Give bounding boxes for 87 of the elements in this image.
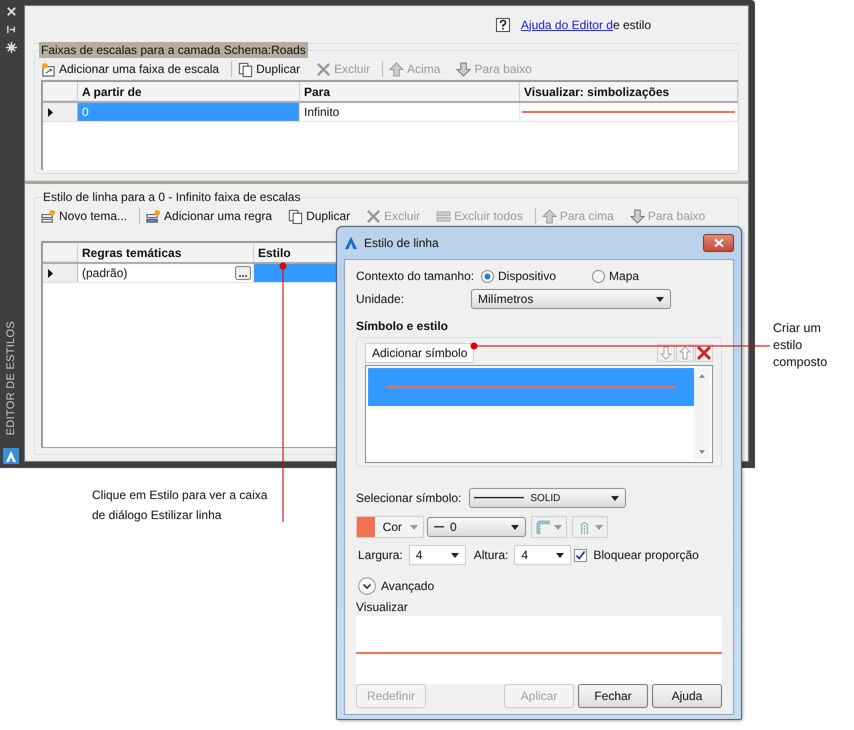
expand-icon[interactable] [358,577,376,595]
dialog-button[interactable]: Fechar [578,684,648,708]
down-arrow-icon [456,62,472,76]
logo-icon [3,448,19,464]
help-link[interactable]: Ajuda do Editor d [520,18,613,32]
line-weight-dropdown[interactable]: 0 [427,517,526,537]
add-rule-icon [146,208,162,224]
toolbar-button[interactable]: Adicionar uma regra [146,206,278,226]
toolbar-button[interactable]: Duplicar [238,59,306,79]
line-preview-icon [522,111,735,113]
column-header: Visualizar: simbolizações [520,82,738,101]
section-title: Símbolo e estilo [356,319,450,333]
radio-button[interactable] [481,270,494,282]
panel-title: EDITOR DE ESTILOS [5,320,17,435]
unit-dropdown[interactable]: Milímetros [471,289,671,309]
caret-icon [656,296,664,302]
field-label: Contexto do tamanho: [356,269,476,283]
field-label: Unidade: [356,292,406,306]
add-range-icon [41,62,56,76]
duplicate-icon [238,62,254,76]
toolbar-button[interactable]: Adicionar uma faixa de escala [41,59,226,79]
table-cell[interactable]: (padrão) [82,266,128,280]
radio-button[interactable] [592,270,606,282]
duplicate-icon [288,208,304,224]
up-arrow-icon [389,62,404,76]
caret-icon [556,552,564,558]
table-cell[interactable]: Infinito [300,103,520,122]
scroll-down-icon[interactable] [699,450,705,454]
caret-icon [611,496,620,500]
close-button[interactable] [703,234,734,252]
checkbox[interactable] [574,548,588,562]
row-header[interactable] [43,264,78,283]
delete-icon[interactable] [695,344,713,362]
color-dropdown[interactable]: Cor [356,516,424,538]
close-icon[interactable] [6,6,16,17]
help-icon[interactable] [496,18,510,32]
move-up-icon[interactable] [676,344,694,362]
toolbar-button[interactable]: Novo tema... [41,206,134,226]
radio-label: Dispositivo [498,269,556,283]
delete-icon [366,208,382,224]
close-icon [714,239,724,247]
field-label: Selecionar símbolo: [356,491,462,505]
expander-label[interactable]: Avançado [381,579,434,593]
logo-icon [344,236,358,250]
line-weight-icon [434,526,444,528]
solid-line-icon [474,497,524,499]
row-pointer-icon [48,108,53,116]
column-header: Regras temáticas [78,243,254,262]
add-rule-icon [41,208,56,224]
more-button-icon[interactable] [235,266,251,280]
column-header: A partir de [78,82,300,101]
preview-label: Visualizar [356,600,409,614]
line-preview-icon [356,652,722,654]
scroll-up-icon[interactable] [699,374,705,378]
callout-text: Clique em Estilo para ver a caixa de diálogo Estilizar linha [92,487,268,524]
column-header: Para [300,82,520,101]
caret-icon [450,552,459,558]
caret-icon [511,524,519,530]
caret-icon [595,524,603,530]
up-arrow-icon [542,208,557,224]
callout-text: Criar um estilo composto [773,320,828,371]
settings-icon[interactable] [6,42,16,53]
width-combo[interactable]: 4 [408,545,466,565]
group-title: Faixas de escalas para a camada Schema:Roads [39,42,308,58]
symbol-dropdown[interactable]: SOLID [469,488,626,508]
delete-icon [316,62,332,76]
field-label: Largura: [358,548,403,562]
caret-icon [410,524,418,530]
pin-icon[interactable] [6,24,16,35]
down-arrow-icon [630,208,645,224]
radio-label: Mapa [609,269,640,283]
checkbox-label: Bloquear proporção [593,548,699,562]
help-text: e estilo [612,18,651,32]
height-combo[interactable]: 4 [514,545,572,565]
preview-cell[interactable] [520,103,738,122]
add-symbol-button[interactable]: Adicionar símbolo [365,342,474,362]
field-label: Altura: [474,548,508,562]
row-header[interactable] [43,103,78,122]
line-join-icon [536,520,551,534]
row-pointer-icon [48,268,53,278]
move-down-icon[interactable] [657,344,675,362]
line-preview-icon [386,386,676,388]
dialog-button[interactable]: Ajuda [652,684,722,708]
group-title: Estilo de linha para a 0 - Infinito faixa de escalas [42,190,302,204]
caret-icon [554,524,562,530]
delete-all-icon [436,208,452,224]
toolbar-button[interactable]: Duplicar [288,206,356,226]
